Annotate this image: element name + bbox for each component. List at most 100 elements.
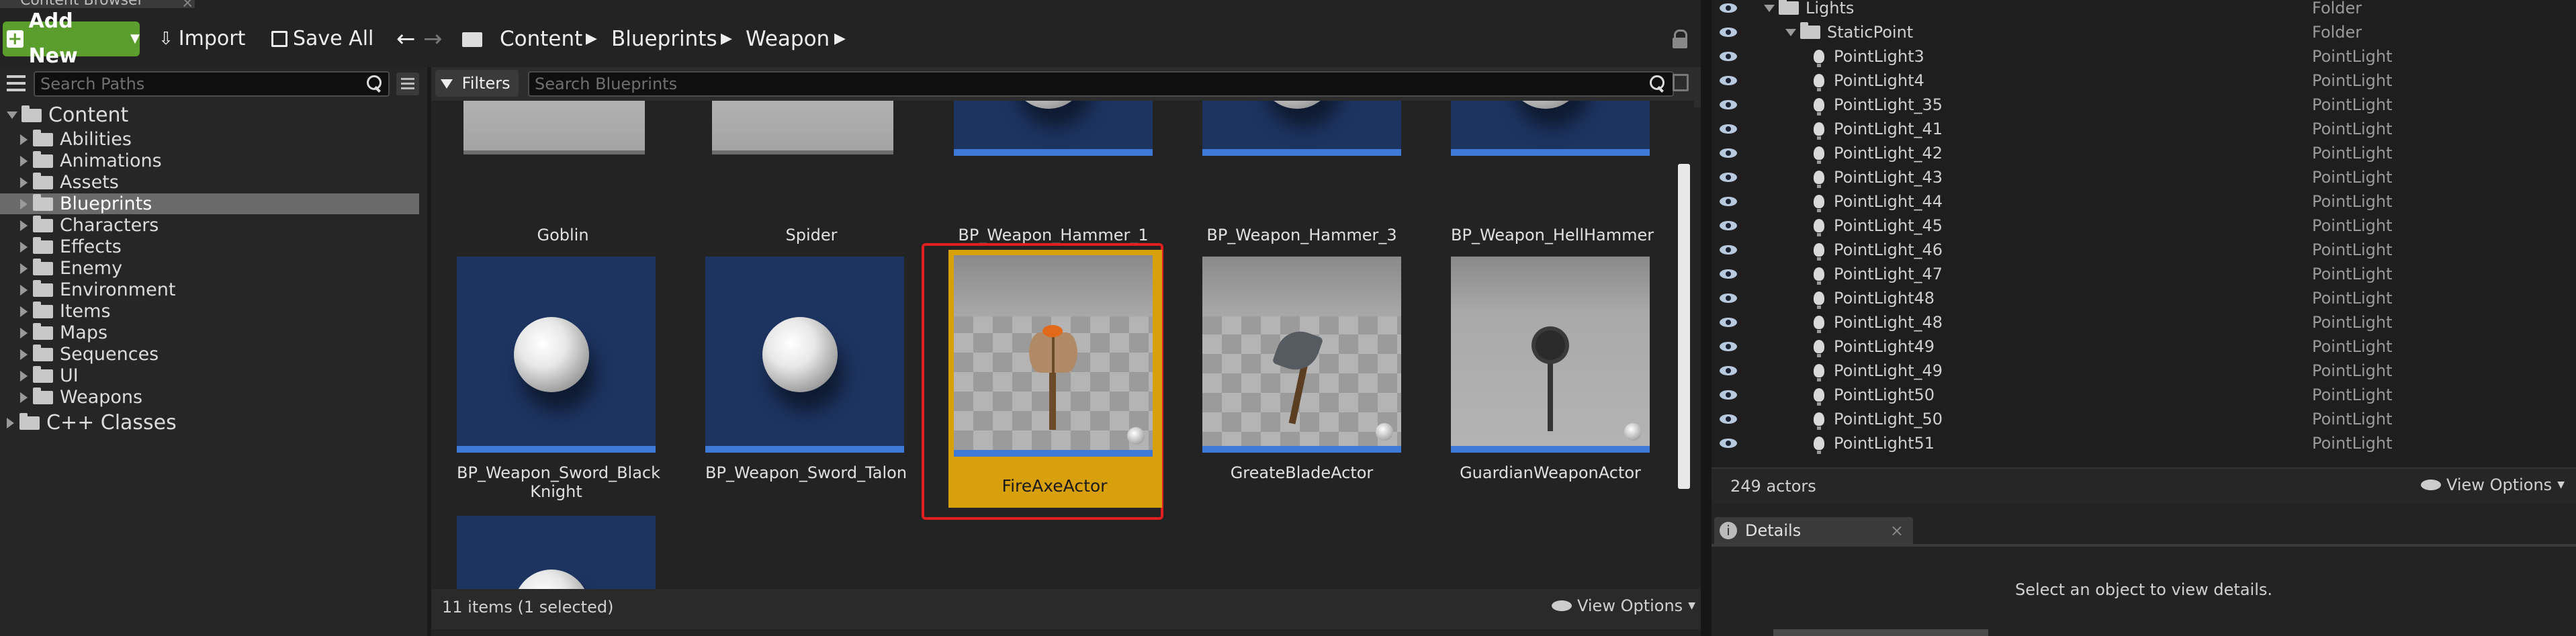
asset-scrollbar[interactable] — [1678, 164, 1690, 489]
tree-item-abilities[interactable]: Abilities — [0, 129, 419, 150]
panel-splitter[interactable] — [1701, 0, 1712, 636]
axe-blade-right — [1055, 332, 1077, 373]
outliner-row[interactable]: PointLight51 PointLight — [1712, 431, 2576, 455]
back-button[interactable]: ← — [396, 24, 416, 54]
collapsed-triangle-icon[interactable] — [20, 134, 28, 145]
filters-button[interactable]: Filters ▼ — [435, 70, 519, 118]
collapsed-triangle-icon[interactable] — [20, 327, 28, 338]
tree-item-sequences[interactable]: Sequences — [0, 344, 419, 365]
add-new-button[interactable]: + Add New ▼ — [3, 9, 140, 68]
outliner-row[interactable]: PointLight_43 PointLight — [1712, 165, 2576, 189]
tree-item-label: Weapons — [60, 387, 143, 408]
outliner-row[interactable]: PointLight_45 PointLight — [1712, 214, 2576, 238]
preview-ball-icon — [1624, 423, 1642, 441]
bottom-scroll-thumb[interactable] — [1773, 629, 1988, 636]
actor-type: PointLight — [2312, 240, 2393, 259]
breadcrumb-blueprints[interactable]: Blueprints — [611, 24, 717, 54]
path-view-options-icon[interactable] — [396, 73, 419, 95]
save-search-icon[interactable] — [1673, 74, 1689, 91]
details-tab[interactable]: i Details × — [1714, 517, 1913, 544]
asset-tile-partial[interactable] — [457, 516, 656, 589]
collapsed-triangle-icon[interactable] — [20, 284, 28, 296]
tree-item-cpp-classes[interactable]: C++ Classes — [0, 411, 419, 435]
outliner-row[interactable]: PointLight50 PointLight — [1712, 383, 2576, 407]
save-all-button[interactable]: Save All — [271, 24, 373, 54]
outliner-row[interactable]: Lights Folder — [1712, 0, 2576, 20]
asset-tile-goblin[interactable]: Goblin — [463, 101, 662, 257]
breadcrumb-weapon[interactable]: Weapon — [746, 24, 830, 54]
collapsed-triangle-icon[interactable] — [20, 177, 28, 188]
collapsed-triangle-icon[interactable] — [20, 198, 28, 210]
breadcrumb-separator-icon[interactable]: ▶ — [586, 24, 597, 54]
asset-thumbnail — [457, 257, 656, 453]
forward-button[interactable]: → — [423, 24, 443, 54]
folder-icon — [21, 105, 42, 122]
tree-item-content[interactable]: Content — [0, 103, 419, 127]
outliner-row[interactable]: PointLight_35 PointLight — [1712, 93, 2576, 117]
tree-item-weapons[interactable]: Weapons — [0, 387, 419, 408]
search-blueprints-input[interactable]: Search Blueprints — [528, 71, 1674, 97]
outliner-row[interactable]: PointLight_49 PointLight — [1712, 359, 2576, 383]
asset-label: Goblin — [537, 226, 589, 244]
sources-toggle-icon[interactable] — [4, 71, 31, 95]
collapsed-triangle-icon[interactable] — [20, 220, 28, 231]
outliner-row[interactable]: PointLight_46 PointLight — [1712, 238, 2576, 262]
tree-item-ui[interactable]: UI — [0, 365, 419, 386]
collapsed-triangle-icon[interactable] — [20, 370, 28, 381]
tree-item-label: Effects — [60, 236, 122, 257]
collapsed-triangle-icon[interactable] — [20, 392, 28, 403]
outliner-row[interactable]: PointLight_41 PointLight — [1712, 117, 2576, 141]
outliner-row[interactable]: PointLight49 PointLight — [1712, 334, 2576, 359]
outliner-row[interactable]: PointLight_44 PointLight — [1712, 189, 2576, 214]
breadcrumb-separator-icon[interactable]: ▶ — [834, 24, 846, 54]
collapsed-triangle-icon[interactable] — [20, 306, 28, 317]
outliner-row[interactable]: PointLight_48 PointLight — [1712, 310, 2576, 334]
tree-item-effects[interactable]: Effects — [0, 236, 419, 257]
asset-tile-bp-weapon-hammer-3[interactable]: BP_Weapon_Hammer_3 — [1202, 101, 1401, 257]
expanded-triangle-icon[interactable] — [7, 111, 17, 119]
outliner-view-options-button[interactable]: View Options ▼ — [2421, 475, 2565, 494]
close-tab-icon[interactable]: × — [181, 0, 193, 11]
expanded-triangle-icon[interactable] — [1785, 28, 1796, 36]
asset-tile-guardianweaponactor[interactable]: GuardianWeaponActor — [1451, 257, 1650, 482]
collapsed-triangle-icon[interactable] — [20, 241, 28, 253]
outliner-row[interactable]: StaticPoint Folder — [1712, 20, 2576, 44]
expanded-triangle-icon[interactable] — [1764, 4, 1775, 12]
outliner-row[interactable]: PointLight_50 PointLight — [1712, 407, 2576, 431]
breadcrumb-content[interactable]: Content — [500, 24, 582, 54]
tree-item-maps[interactable]: Maps — [0, 322, 419, 343]
lock-icon[interactable] — [1673, 30, 1687, 48]
asset-thumbnail — [1202, 101, 1401, 156]
collapsed-triangle-icon[interactable] — [20, 155, 28, 167]
breadcrumb-separator-icon[interactable]: ▶ — [721, 24, 732, 54]
tree-item-items[interactable]: Items — [0, 301, 419, 322]
tree-item-enemy[interactable]: Enemy — [0, 258, 419, 279]
outliner-row[interactable]: PointLight3 PointLight — [1712, 44, 2576, 69]
outliner-row[interactable]: PointLight48 PointLight — [1712, 286, 2576, 310]
collapsed-triangle-icon[interactable] — [20, 263, 28, 274]
import-button[interactable]: ⇩ Import — [159, 24, 245, 54]
outliner-row[interactable]: PointLight_42 PointLight — [1712, 141, 2576, 165]
tree-item-characters[interactable]: Characters — [0, 215, 419, 236]
tree-item-animations[interactable]: Animations — [0, 150, 419, 171]
asset-tile-bp-weapon-hammer-1[interactable]: BP_Weapon_Hammer_1 — [954, 101, 1153, 257]
asset-tile-fireaxeactor[interactable]: FireAxeActor — [948, 250, 1162, 508]
asset-tile-spider[interactable]: Spider — [712, 101, 911, 257]
tree-item-environment[interactable]: Environment — [0, 279, 419, 300]
search-paths-input[interactable]: Search Paths — [34, 71, 390, 97]
actor-name: PointLight_46 — [1834, 240, 1943, 259]
view-options-button[interactable]: View Options ▼ — [1552, 596, 1695, 615]
tree-item-assets[interactable]: Assets — [0, 172, 419, 193]
close-icon[interactable]: × — [1890, 521, 1904, 540]
asset-tile-bp-weapon-hellhammer[interactable]: BP_Weapon_HellHammer — [1451, 101, 1654, 257]
folder-icon — [33, 387, 53, 404]
outliner-row[interactable]: PointLight4 PointLight — [1712, 69, 2576, 93]
collapsed-triangle-icon[interactable] — [7, 417, 14, 428]
collapsed-triangle-icon[interactable] — [20, 349, 28, 360]
outliner-row[interactable]: PointLight_47 PointLight — [1712, 262, 2576, 286]
tree-item-blueprints[interactable]: Blueprints — [0, 193, 419, 214]
actor-name: PointLight4 — [1834, 71, 1924, 90]
asset-tile-bp-weapon-sword-talon[interactable]: BP_Weapon_Sword_Talon — [705, 257, 907, 482]
asset-tile-greatebladeactor[interactable]: GreateBladeActor — [1202, 257, 1401, 482]
asset-tile-bp-weapon-sword-black-knight[interactable]: BP_Weapon_Sword_Black Knight — [457, 257, 660, 501]
